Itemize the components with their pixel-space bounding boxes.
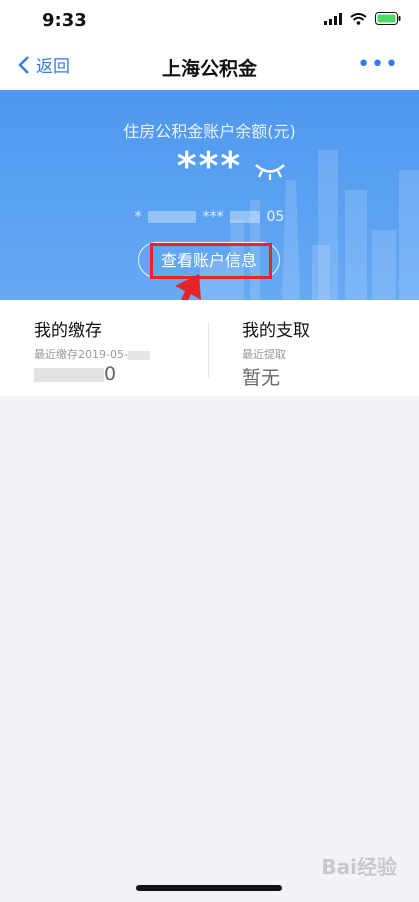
account-middle: *** bbox=[202, 209, 224, 225]
account-mask bbox=[148, 211, 197, 223]
card-divider bbox=[208, 322, 209, 378]
home-indicator[interactable] bbox=[136, 885, 282, 891]
balance-value: *** bbox=[176, 144, 243, 188]
account-suffix: 05 bbox=[266, 209, 285, 225]
status-bar: 9:33 bbox=[0, 0, 419, 44]
deposit-subtitle: 最近缴存2019-05- bbox=[34, 346, 150, 362]
withdraw-title: 我的支取 bbox=[242, 321, 310, 341]
account-number: * *** 05 bbox=[0, 209, 419, 225]
nav-bar: 返回 上海公积金 ••• bbox=[0, 44, 419, 90]
balance-label: 住房公积金账户余额(元) bbox=[123, 122, 296, 141]
withdraw-value: 暂无 bbox=[242, 367, 281, 389]
watermark: Bai经验 bbox=[321, 855, 397, 879]
wifi-icon bbox=[350, 12, 367, 25]
deposit-title: 我的缴存 bbox=[34, 321, 102, 341]
account-mask bbox=[230, 211, 261, 223]
more-button[interactable]: ••• bbox=[357, 52, 399, 77]
signal-icon bbox=[324, 12, 342, 25]
status-time: 9:33 bbox=[42, 10, 87, 31]
summary-cards: 我的缴存 最近缴存2019-05- 0 我的支取 最近提取 暂无 bbox=[0, 300, 419, 396]
battery-icon bbox=[375, 12, 401, 25]
withdraw-subtitle: 最近提取 bbox=[242, 348, 286, 361]
account-prefix: * bbox=[134, 209, 142, 225]
status-icons bbox=[324, 12, 401, 25]
eye-closed-icon[interactable] bbox=[253, 162, 287, 180]
deposit-value: 0 bbox=[34, 363, 116, 385]
